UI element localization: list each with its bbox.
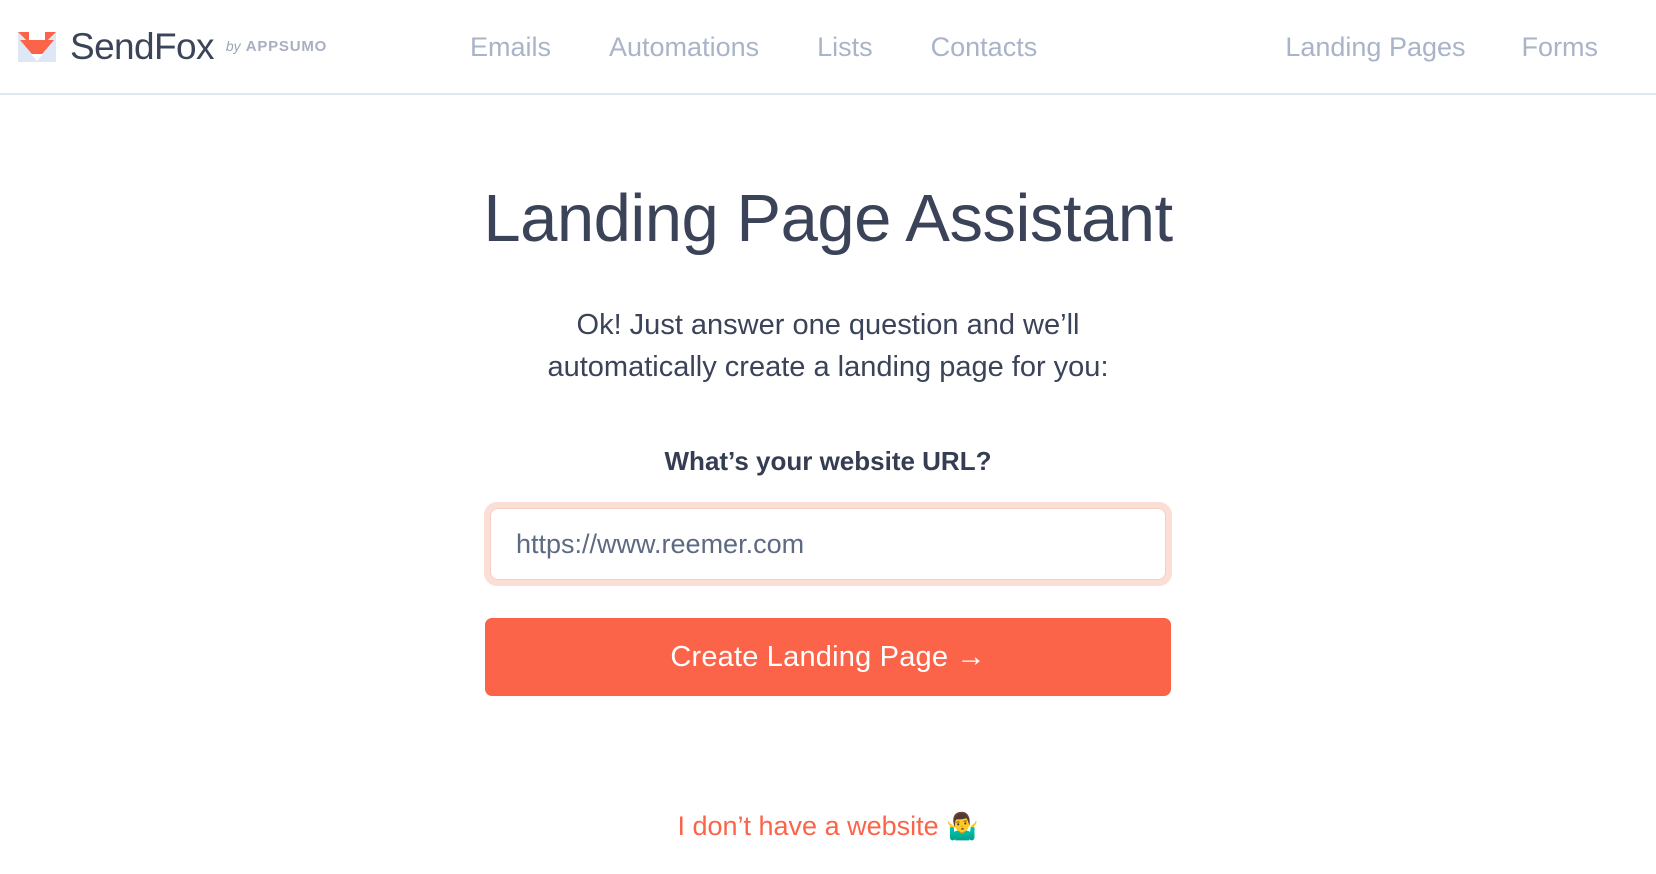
primary-nav-right: Landing Pages Forms xyxy=(1285,0,1598,95)
brand-byline: by AppSumo xyxy=(226,38,327,55)
landing-page-form: What’s your website URL? Create Landing … xyxy=(485,446,1171,697)
sendfox-fox-envelope-icon xyxy=(14,24,60,70)
nav-item-forms[interactable]: Forms xyxy=(1522,34,1599,61)
main-content: Landing Page Assistant Ok! Just answer o… xyxy=(0,95,1656,842)
person-shrugging-icon: 🤷‍♂️ xyxy=(946,811,979,842)
nav-item-landing-pages[interactable]: Landing Pages xyxy=(1285,34,1465,61)
website-url-field-focus-ring xyxy=(485,503,1171,586)
brand-parent-company: AppSumo xyxy=(245,38,328,55)
website-url-question: What’s your website URL? xyxy=(664,446,992,477)
website-url-input[interactable] xyxy=(490,508,1166,581)
primary-nav-left: Emails Automations Lists Contacts xyxy=(470,0,1037,95)
nav-item-contacts[interactable]: Contacts xyxy=(931,34,1038,61)
brand-by-label: by xyxy=(225,38,241,54)
page-subtitle: Ok! Just answer one question and we’ll a… xyxy=(547,309,1109,384)
brand-name: SendFox xyxy=(70,26,214,67)
nav-item-emails[interactable]: Emails xyxy=(470,34,551,61)
nav-item-lists[interactable]: Lists xyxy=(817,34,873,61)
no-website-label: I don’t have a website xyxy=(677,811,939,842)
nav-item-automations[interactable]: Automations xyxy=(609,34,759,61)
site-header: SendFox by AppSumo Emails Automations Li… xyxy=(0,0,1656,95)
brand-logo[interactable]: SendFox by AppSumo xyxy=(14,17,327,77)
page-title: Landing Page Assistant xyxy=(483,181,1173,256)
create-landing-page-button[interactable]: Create Landing Page → xyxy=(485,618,1171,697)
no-website-link[interactable]: I don’t have a website 🤷‍♂️ xyxy=(677,811,978,842)
